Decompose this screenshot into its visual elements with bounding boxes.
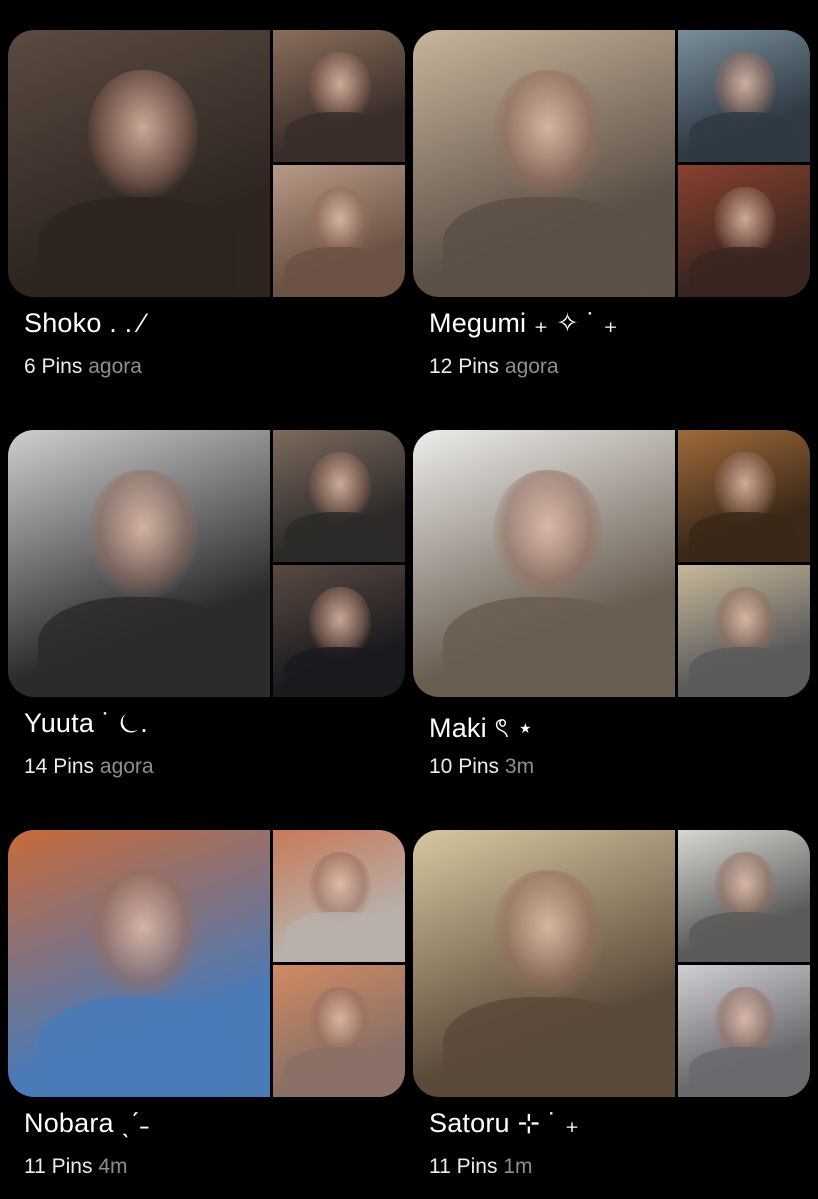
pin-photo-top (273, 430, 405, 562)
pin-count: 12 Pins (429, 355, 500, 378)
board-meta: 14 Pins agora (24, 755, 154, 779)
photo-body (443, 597, 643, 697)
photo-body (284, 647, 394, 697)
pin-photo-top (678, 30, 810, 162)
board-cover-collage[interactable] (413, 830, 810, 1097)
photo-subject (88, 70, 198, 197)
board-title[interactable]: Nobara ˎˊ˗ (24, 1108, 149, 1139)
pin-photo-bot (678, 565, 810, 697)
pin-photo-top (273, 30, 405, 162)
pin-photo-main (413, 430, 675, 697)
photo-body (689, 247, 799, 297)
pin-photo-main (8, 30, 270, 297)
photo-body (284, 512, 394, 562)
updated-time: 3m (504, 755, 535, 778)
updated-time: agora (88, 355, 142, 378)
board-title[interactable]: Satoru ⊹ ˙ ₊ (429, 1108, 579, 1139)
photo-body (689, 912, 799, 962)
photo-subject (493, 70, 603, 197)
photo-subject (88, 870, 198, 997)
photo-body (38, 597, 238, 697)
board-cover-collage[interactable] (413, 30, 810, 297)
photo-body (284, 247, 394, 297)
board-meta: 11 Pins 4m (24, 1155, 128, 1179)
pin-photo-main (413, 830, 675, 1097)
pin-photo-bot (678, 165, 810, 297)
pin-count: 11 Pins (24, 1155, 93, 1178)
board-cover-collage[interactable] (8, 430, 405, 697)
board-card[interactable]: Shoko . . ⁄ 6 Pins agora (8, 30, 405, 400)
board-card[interactable]: Yuuta ˙ ⏾. 14 Pins agora (8, 430, 405, 800)
pin-photo-main (413, 30, 675, 297)
board-meta: 12 Pins agora (429, 355, 559, 379)
board-title[interactable]: Shoko . . ⁄ (24, 308, 145, 339)
photo-body (689, 512, 799, 562)
updated-time: agora (504, 355, 559, 378)
pin-photo-bot (678, 965, 810, 1097)
board-title[interactable]: Maki ৎ ⋆ (429, 708, 534, 753)
photo-subject (493, 470, 603, 597)
photo-body (443, 197, 643, 297)
pin-photo-main (8, 430, 270, 697)
board-cover-collage[interactable] (8, 30, 405, 297)
pin-photo-main (8, 830, 270, 1097)
photo-body (284, 1047, 394, 1097)
board-meta: 6 Pins agora (24, 355, 142, 379)
pin-count: 10 Pins (429, 755, 500, 778)
photo-body (689, 112, 799, 162)
board-cover-collage[interactable] (413, 430, 810, 697)
pin-count: 14 Pins (24, 755, 95, 778)
pin-photo-top (273, 830, 405, 962)
board-cover-collage[interactable] (8, 830, 405, 1097)
photo-subject (493, 870, 603, 997)
board-card[interactable]: Megumi ₊ ✧ ˙ ₊ 12 Pins agora (413, 30, 810, 400)
board-title[interactable]: Yuuta ˙ ⏾. (24, 708, 148, 740)
photo-body (284, 112, 394, 162)
pin-photo-bot (273, 165, 405, 297)
photo-body (38, 997, 238, 1097)
board-card[interactable]: Nobara ˎˊ˗ 11 Pins 4m (8, 830, 405, 1199)
updated-time: agora (99, 755, 154, 778)
updated-time: 1m (503, 1155, 533, 1178)
board-card[interactable]: Maki ৎ ⋆ 10 Pins 3m (413, 430, 810, 800)
photo-subject (88, 470, 198, 597)
pin-photo-top (678, 430, 810, 562)
photo-body (38, 197, 238, 297)
board-meta: 10 Pins 3m (429, 755, 534, 779)
photo-body (284, 912, 394, 962)
pin-photo-bot (273, 965, 405, 1097)
updated-time: 4m (98, 1155, 128, 1178)
photo-body (689, 647, 799, 697)
board-meta: 11 Pins 1m (429, 1155, 533, 1179)
board-card[interactable]: Satoru ⊹ ˙ ₊ 11 Pins 1m (413, 830, 810, 1199)
pin-count: 6 Pins (24, 355, 83, 378)
photo-body (443, 997, 643, 1097)
photo-body (689, 1047, 799, 1097)
pin-count: 11 Pins (429, 1155, 498, 1178)
board-title[interactable]: Megumi ₊ ✧ ˙ ₊ (429, 308, 618, 339)
pin-photo-bot (273, 565, 405, 697)
pin-photo-top (678, 830, 810, 962)
